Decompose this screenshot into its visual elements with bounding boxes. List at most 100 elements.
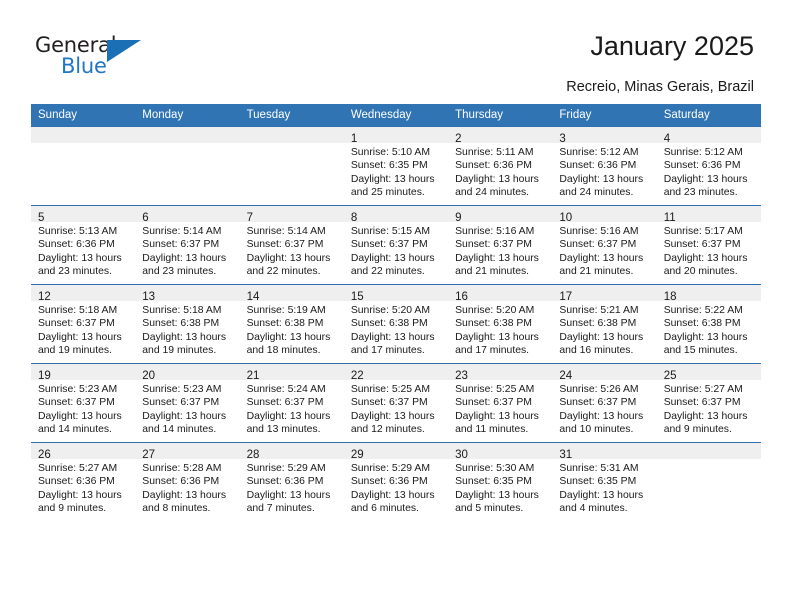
day-number: 14	[246, 291, 260, 303]
calendar-day-cell[interactable]: 18 Sunrise: 5:22 AM Sunset: 6:38 PM Dayligh…	[656, 284, 761, 364]
day-details: Sunrise: 5:25 AM Sunset: 6:37 PM Daylight:…	[448, 380, 552, 436]
calendar-day-cell[interactable]: 12 Sunrise: 5:18 AM Sunset: 6:37 PM Dayligh…	[31, 284, 136, 364]
calendar-day-cell[interactable]: 3 Sunrise: 5:12 AM Sunset: 6:36 PM Daylight…	[552, 126, 657, 206]
day-number: 2	[455, 133, 462, 145]
calendar-day-cell[interactable]: 7 Sunrise: 5:14 AM Sunset: 6:37 PM Daylight…	[239, 205, 344, 285]
sunset-text: Sunset: 6:37 PM	[559, 239, 637, 251]
calendar-day-cell[interactable]: 14 Sunrise: 5:19 AM Sunset: 6:38 PM Dayligh…	[239, 284, 344, 364]
calendar-day-cell[interactable]: 26 Sunrise: 5:27 AM Sunset: 6:36 PM Dayligh…	[31, 442, 136, 521]
sunrise-text: Sunrise: 5:20 AM	[455, 305, 535, 316]
daylight-text: Daylight: 13 hours	[663, 173, 748, 185]
sunrise-text: Sunrise: 5:26 AM	[559, 384, 639, 395]
calendar-day-cell[interactable]: 23 Sunrise: 5:25 AM Sunset: 6:37 PM Dayligh…	[448, 363, 553, 443]
sunset-text: Sunset: 6:37 PM	[455, 239, 532, 251]
sunrise-text: Sunrise: 5:14 AM	[246, 226, 326, 237]
daylight-text-cont: and 20 minutes.	[663, 265, 738, 277]
daylight-text-cont: and 5 minutes.	[455, 502, 524, 514]
daylight-text: Daylight: 13 hours	[663, 331, 748, 343]
day-cell-inner: 27 Sunrise: 5:28 AM Sunset: 6:36 PM Dayligh…	[135, 443, 240, 521]
sunrise-text: Sunrise: 5:30 AM	[455, 463, 535, 474]
day-cell-inner: 8 Sunrise: 5:15 AM Sunset: 6:37 PM Daylight…	[343, 206, 449, 284]
calendar-day-cell[interactable]: 9 Sunrise: 5:16 AM Sunset: 6:37 PM Daylight…	[448, 205, 553, 285]
day-details: Sunrise: 5:23 AM Sunset: 6:37 PM Daylight:…	[135, 380, 239, 436]
daylight-text-cont: and 19 minutes.	[38, 344, 112, 356]
calendar-day-cell[interactable]: 19 Sunrise: 5:23 AM Sunset: 6:37 PM Dayligh…	[31, 363, 136, 443]
day-number: 10	[559, 212, 573, 224]
calendar-day-cell-empty	[239, 126, 344, 206]
day-number-strip: 6	[135, 206, 240, 224]
page-header: General Blue January 2025 Recreio, Minas…	[0, 0, 792, 100]
sunset-text: Sunset: 6:37 PM	[246, 239, 324, 251]
day-number: 17	[559, 291, 573, 303]
day-details: Sunrise: 5:10 AM Sunset: 6:35 PM Daylight:…	[344, 143, 448, 199]
calendar-day-cell[interactable]: 10 Sunrise: 5:16 AM Sunset: 6:37 PM Dayligh…	[552, 205, 657, 285]
calendar-day-cell[interactable]: 24 Sunrise: 5:26 AM Sunset: 6:37 PM Dayligh…	[552, 363, 657, 443]
day-number: 30	[455, 449, 468, 461]
sunrise-text: Sunrise: 5:16 AM	[455, 226, 535, 237]
sunrise-text: Sunrise: 5:24 AM	[246, 384, 326, 395]
daylight-text: Daylight: 13 hours	[246, 410, 331, 422]
calendar-day-cell[interactable]: 4 Sunrise: 5:12 AM Sunset: 6:36 PM Daylight…	[656, 126, 761, 206]
daylight-text: Daylight: 13 hours	[663, 410, 748, 422]
calendar-week-row: 1 Sunrise: 5:10 AM Sunset: 6:35 PM Daylight…	[31, 126, 761, 206]
daylight-text-cont: and 13 minutes.	[246, 423, 321, 435]
sunrise-text: Sunrise: 5:13 AM	[38, 226, 118, 237]
daylight-text: Daylight: 13 hours	[559, 410, 644, 422]
day-details: Sunrise: 5:23 AM Sunset: 6:37 PM Daylight:…	[31, 380, 135, 436]
day-cell-inner: 4 Sunrise: 5:12 AM Sunset: 6:36 PM Daylight…	[656, 127, 761, 205]
day-cell-inner	[239, 127, 344, 205]
sunset-text: Sunset: 6:37 PM	[559, 397, 637, 409]
day-cell-inner: 5 Sunrise: 5:13 AM Sunset: 6:36 PM Daylight…	[31, 206, 136, 284]
weekday-header-tuesday: Tuesday	[239, 104, 344, 127]
calendar-day-cell[interactable]: 16 Sunrise: 5:20 AM Sunset: 6:38 PM Dayligh…	[448, 284, 553, 364]
calendar-day-cell[interactable]: 11 Sunrise: 5:17 AM Sunset: 6:37 PM Dayligh…	[656, 205, 761, 285]
calendar-day-cell[interactable]: 27 Sunrise: 5:28 AM Sunset: 6:36 PM Dayligh…	[135, 442, 240, 521]
calendar-day-cell[interactable]: 29 Sunrise: 5:29 AM Sunset: 6:36 PM Dayligh…	[343, 442, 449, 521]
weekday-header-row: Sunday Monday Tuesday Wednesday Thursday Frid…	[31, 104, 761, 127]
calendar-day-cell[interactable]: 31 Sunrise: 5:31 AM Sunset: 6:35 PM Dayligh…	[552, 442, 657, 521]
day-details: Sunrise: 5:31 AM Sunset: 6:35 PM Daylight:…	[552, 459, 656, 515]
day-number-strip: 17	[552, 285, 657, 303]
day-cell-inner: 6 Sunrise: 5:14 AM Sunset: 6:37 PM Daylight…	[135, 206, 240, 284]
day-details: Sunrise: 5:20 AM Sunset: 6:38 PM Daylight:…	[344, 301, 448, 357]
calendar-day-cell[interactable]: 6 Sunrise: 5:14 AM Sunset: 6:37 PM Daylight…	[135, 205, 240, 285]
calendar-day-cell[interactable]: 17 Sunrise: 5:21 AM Sunset: 6:38 PM Dayligh…	[552, 284, 657, 364]
calendar-day-cell[interactable]: 22 Sunrise: 5:25 AM Sunset: 6:37 PM Dayligh…	[343, 363, 449, 443]
calendar-day-cell[interactable]: 15 Sunrise: 5:20 AM Sunset: 6:38 PM Dayligh…	[343, 284, 449, 364]
sunrise-sunset-calendar: Sunday Monday Tuesday Wednesday Thursday Frid…	[31, 104, 761, 521]
sunset-text: Sunset: 6:37 PM	[455, 397, 532, 409]
calendar-day-cell[interactable]: 8 Sunrise: 5:15 AM Sunset: 6:37 PM Daylight…	[343, 205, 449, 285]
day-number-strip: 21	[239, 364, 344, 382]
day-cell-inner: 26 Sunrise: 5:27 AM Sunset: 6:36 PM Dayligh…	[31, 443, 136, 521]
calendar-day-cell[interactable]: 21 Sunrise: 5:24 AM Sunset: 6:37 PM Dayligh…	[239, 363, 344, 443]
day-number-strip: 18	[656, 285, 761, 303]
daylight-text-cont: and 23 minutes.	[38, 265, 112, 277]
calendar-day-cell[interactable]: 5 Sunrise: 5:13 AM Sunset: 6:36 PM Daylight…	[31, 205, 136, 285]
daylight-text-cont: and 4 minutes.	[559, 502, 628, 514]
day-details: Sunrise: 5:18 AM Sunset: 6:37 PM Daylight:…	[31, 301, 135, 357]
day-number-strip: 22	[343, 364, 449, 382]
day-cell-inner: 13 Sunrise: 5:18 AM Sunset: 6:38 PM Dayligh…	[135, 285, 240, 363]
calendar-day-cell[interactable]: 25 Sunrise: 5:27 AM Sunset: 6:37 PM Dayligh…	[656, 363, 761, 443]
daylight-text: Daylight: 13 hours	[246, 331, 331, 343]
calendar-day-cell[interactable]: 20 Sunrise: 5:23 AM Sunset: 6:37 PM Dayligh…	[135, 363, 240, 443]
daylight-text-cont: and 21 minutes.	[455, 265, 530, 277]
day-cell-inner: 12 Sunrise: 5:18 AM Sunset: 6:37 PM Dayligh…	[31, 285, 136, 363]
calendar-week-row: 26 Sunrise: 5:27 AM Sunset: 6:36 PM Dayligh…	[31, 442, 761, 521]
day-details: Sunrise: 5:24 AM Sunset: 6:37 PM Daylight:…	[240, 380, 344, 436]
calendar-day-cell[interactable]: 13 Sunrise: 5:18 AM Sunset: 6:38 PM Dayligh…	[135, 284, 240, 364]
day-cell-inner: 9 Sunrise: 5:16 AM Sunset: 6:37 PM Daylight…	[448, 206, 553, 284]
sunrise-text: Sunrise: 5:29 AM	[246, 463, 326, 474]
daylight-text-cont: and 11 minutes.	[455, 423, 529, 435]
day-number: 19	[38, 370, 51, 382]
calendar-day-cell[interactable]: 2 Sunrise: 5:11 AM Sunset: 6:36 PM Daylight…	[448, 126, 553, 206]
calendar-day-cell[interactable]: 1 Sunrise: 5:10 AM Sunset: 6:35 PM Daylight…	[343, 126, 449, 206]
sunset-text: Sunset: 6:38 PM	[663, 318, 741, 330]
day-details: Sunrise: 5:28 AM Sunset: 6:36 PM Daylight:…	[135, 459, 239, 515]
calendar-day-cell[interactable]: 28 Sunrise: 5:29 AM Sunset: 6:36 PM Dayligh…	[239, 442, 344, 521]
general-blue-logo[interactable]: General Blue	[35, 33, 155, 85]
sunrise-text: Sunrise: 5:17 AM	[663, 226, 743, 237]
sunrise-text: Sunrise: 5:18 AM	[38, 305, 118, 316]
calendar-day-cell[interactable]: 30 Sunrise: 5:30 AM Sunset: 6:35 PM Dayligh…	[448, 442, 553, 521]
daylight-text: Daylight: 13 hours	[38, 331, 122, 343]
